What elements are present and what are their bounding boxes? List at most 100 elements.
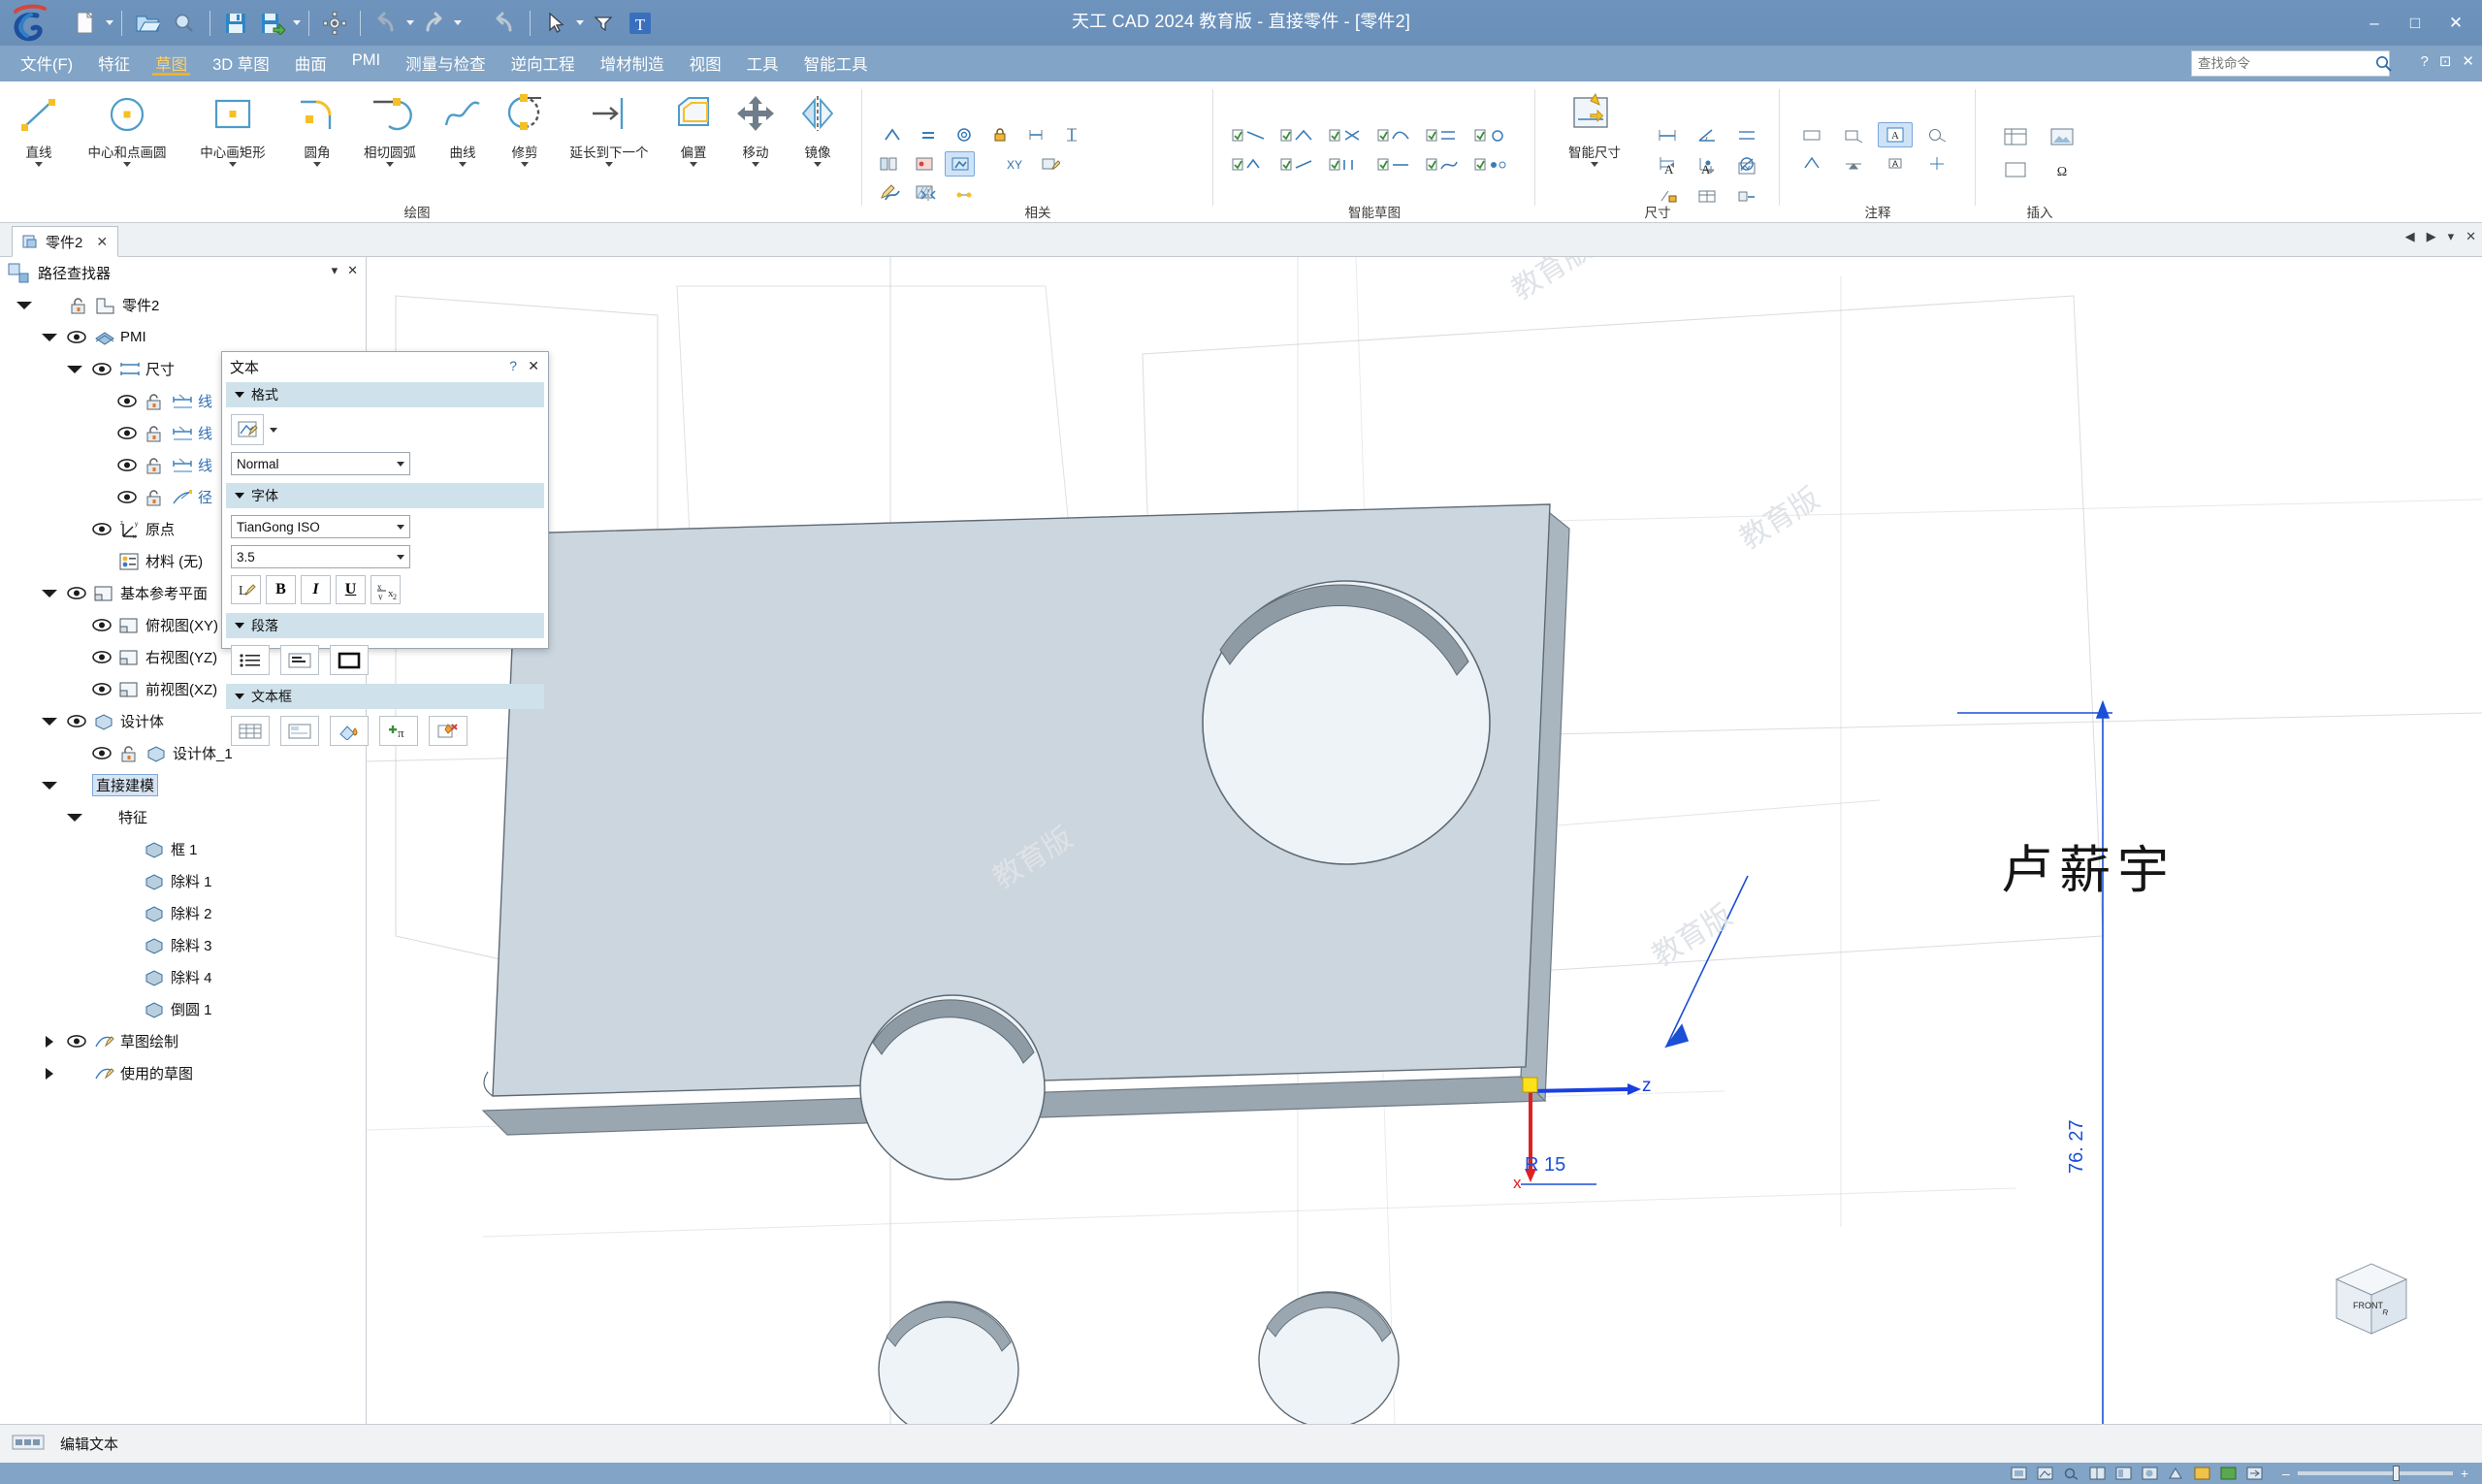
style-picker-button[interactable] — [231, 414, 264, 445]
menu-item-pmi[interactable]: PMI — [339, 46, 393, 81]
menu-item-measure[interactable]: 测量与检查 — [393, 46, 499, 81]
xy-plane-icon[interactable]: XY — [999, 151, 1029, 177]
menu-item-smart-tools[interactable]: 智能工具 — [791, 46, 881, 81]
equal-relation-icon[interactable] — [913, 122, 943, 147]
maximize-button[interactable]: □ — [2395, 7, 2435, 40]
document-tab-part2[interactable]: 零件2 ✕ — [12, 226, 119, 257]
tangent-arc-dropdown-icon[interactable] — [386, 162, 394, 167]
lock-relation-icon[interactable] — [984, 122, 1015, 147]
smart-check-3-icon[interactable] — [1325, 122, 1368, 147]
view-icon-2[interactable] — [2033, 1465, 2056, 1482]
dim-text-a-down-icon[interactable]: A — [1691, 155, 1724, 180]
smart-check-12-icon[interactable] — [1470, 151, 1513, 177]
search-icon[interactable] — [2375, 55, 2392, 72]
save-as-dropdown-icon[interactable] — [293, 20, 301, 25]
ribbon-button-trim[interactable]: 修剪 — [495, 87, 555, 167]
tree-expander[interactable] — [39, 589, 60, 597]
visibility-toggle-icon[interactable] — [66, 714, 87, 728]
tab-menu-button[interactable]: ▾ — [2448, 229, 2455, 244]
vertical-dimension-label[interactable]: 76. 27 — [2066, 1119, 2088, 1174]
insert-object-icon[interactable] — [1996, 155, 2035, 184]
command-search[interactable] — [2191, 50, 2392, 77]
line-dropdown-icon[interactable] — [35, 162, 43, 167]
color-manager-icon[interactable] — [909, 151, 939, 177]
redo-button[interactable] — [416, 6, 451, 41]
tree-expander[interactable] — [39, 1035, 60, 1048]
zoom-slider-thumb[interactable] — [2392, 1466, 2400, 1481]
tree-expander[interactable] — [39, 717, 60, 726]
lock-icon[interactable] — [144, 425, 165, 442]
tab-next-button[interactable]: ▶ — [2427, 229, 2436, 244]
chevron-down-icon[interactable] — [397, 525, 404, 530]
visibility-toggle-icon[interactable] — [91, 650, 113, 664]
view-icon-8[interactable] — [2190, 1465, 2213, 1482]
dim-style-icon[interactable] — [1730, 155, 1763, 180]
menu-item-view[interactable]: 视图 — [677, 46, 734, 81]
italic-button[interactable]: I — [301, 575, 331, 604]
menu-item-additive[interactable]: 增材制造 — [588, 46, 677, 81]
menu-item-sketch[interactable]: 草图 — [143, 46, 200, 81]
view-navigation-cube[interactable]: FRONT R — [2327, 1258, 2416, 1341]
undo-dropdown-icon[interactable] — [406, 20, 414, 25]
insert-table-icon[interactable] — [1996, 122, 2035, 151]
document-tab-close-icon[interactable]: ✕ — [96, 234, 108, 250]
tree-item-18[interactable]: 除料 1 — [0, 865, 366, 897]
tree-item-20[interactable]: 除料 3 — [0, 929, 366, 961]
circle-dropdown-icon[interactable] — [123, 162, 131, 167]
annotation-text-box-icon[interactable]: A — [1878, 122, 1913, 147]
view-icon-3[interactable] — [2059, 1465, 2082, 1482]
tab-prev-button[interactable]: ◀ — [2405, 229, 2415, 244]
tree-expander[interactable] — [39, 1067, 60, 1080]
settings-button[interactable] — [317, 6, 352, 41]
dim1-icon[interactable] — [1020, 122, 1050, 147]
annotation-balloon-icon[interactable] — [1919, 122, 1954, 147]
tree-item-24[interactable]: 使用的草图 — [0, 1057, 366, 1089]
relationship-handles-icon[interactable] — [945, 151, 975, 177]
close-button[interactable]: ✕ — [2435, 7, 2476, 40]
zoom-slider[interactable] — [2297, 1466, 2453, 1481]
lock-icon[interactable] — [144, 489, 165, 506]
menu-item-file[interactable]: 文件(F) — [8, 46, 85, 81]
subscript-superscript-button[interactable]: x y x 2 — [371, 575, 401, 604]
offset-dropdown-icon[interactable] — [690, 162, 697, 167]
annotation-rect-icon[interactable] — [1794, 122, 1829, 147]
table-button[interactable] — [231, 716, 270, 746]
move-dropdown-icon[interactable] — [752, 162, 759, 167]
ribbon-button-move[interactable]: 移动 — [725, 87, 786, 167]
section-header-paragraph[interactable]: 段落 — [226, 613, 544, 638]
help-button[interactable]: ? — [2421, 53, 2429, 70]
annotation-center-mark-icon[interactable] — [1919, 150, 1954, 176]
smart-check-4-icon[interactable] — [1373, 122, 1416, 147]
filter-icon[interactable] — [586, 6, 621, 41]
chevron-down-icon[interactable] — [397, 555, 404, 560]
annotation-datum-icon[interactable]: A — [1878, 150, 1913, 176]
font-color-button[interactable]: L — [231, 575, 261, 604]
smart-dimension-dropdown-icon[interactable] — [1591, 162, 1598, 167]
zoom-in-button[interactable]: + — [2461, 1466, 2468, 1481]
smart-check-5-icon[interactable] — [1422, 122, 1465, 147]
select-cursor-button[interactable] — [538, 6, 573, 41]
tree-expander[interactable] — [64, 813, 85, 822]
pathfinder-pin-button[interactable]: ▾ — [332, 263, 338, 278]
text-dialog-help-button[interactable]: ? — [509, 358, 517, 373]
alignment-button[interactable] — [280, 645, 319, 675]
font-family-combo[interactable]: TianGong ISO — [231, 515, 410, 538]
ribbon-button-line[interactable]: 直线 — [6, 87, 72, 167]
tree-item-1[interactable]: PMI — [0, 321, 366, 353]
new-document-button[interactable] — [68, 6, 103, 41]
smart-check-7-icon[interactable] — [1228, 151, 1271, 177]
text-annotation[interactable]: 卢薪宇 — [2001, 829, 2176, 903]
rectangle-dropdown-icon[interactable] — [229, 162, 237, 167]
view-icon-10[interactable] — [2242, 1465, 2266, 1482]
ribbon-button-mirror[interactable]: 镜像 — [788, 87, 848, 167]
preview-button[interactable] — [167, 6, 202, 41]
menu-item-3dsketch[interactable]: 3D 草图 — [200, 46, 282, 81]
tree-item-15[interactable]: 直接建模 — [0, 769, 366, 801]
connect-icon[interactable] — [873, 151, 903, 177]
save-as-button[interactable] — [255, 6, 290, 41]
ribbon-button-circle[interactable]: 中心和点画圆 — [74, 87, 180, 167]
tree-item-17[interactable]: 框 1 — [0, 833, 366, 865]
dim-distance-icon[interactable] — [1651, 122, 1684, 147]
tree-expander[interactable] — [64, 365, 85, 373]
ribbon-button-fillet[interactable]: 圆角 — [287, 87, 347, 167]
